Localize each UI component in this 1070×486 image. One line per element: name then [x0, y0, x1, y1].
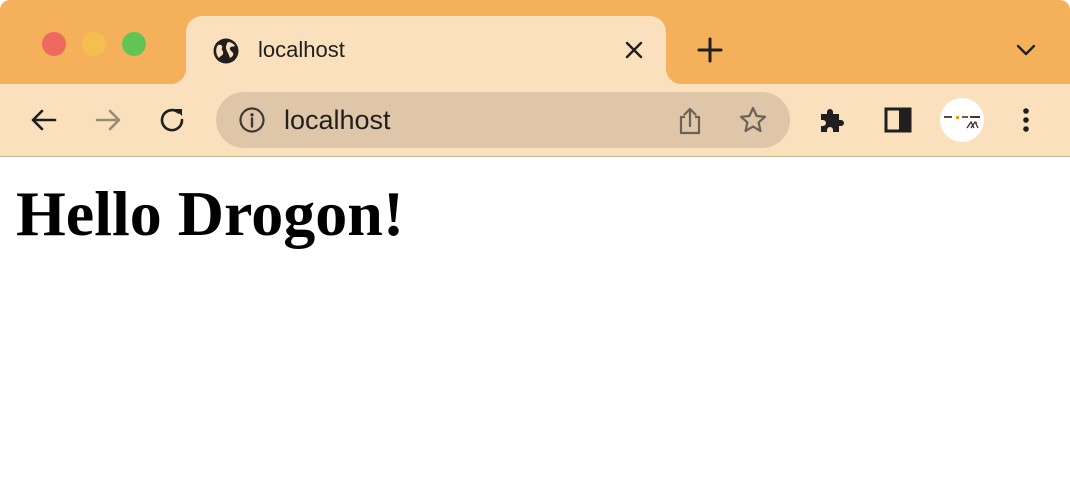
back-arrow-icon[interactable]: [28, 104, 60, 136]
toolbar: localhost: [0, 84, 1070, 157]
star-icon[interactable]: [738, 105, 768, 135]
reload-icon[interactable]: [156, 104, 188, 136]
maximize-window-button[interactable]: [122, 32, 146, 56]
tab-title: localhost: [258, 37, 345, 62]
puzzle-icon[interactable]: [816, 104, 848, 136]
profile-logo-icon: [944, 116, 980, 129]
forward-arrow-icon[interactable]: [92, 104, 124, 136]
page-heading: Hello Drogon!: [16, 178, 405, 249]
avatar[interactable]: [940, 98, 984, 142]
globe-icon: [213, 38, 239, 64]
tab-strip: localhost: [0, 0, 1070, 84]
side-panel-icon[interactable]: [882, 104, 914, 136]
close-window-button[interactable]: [42, 32, 66, 56]
address-bar[interactable]: localhost: [216, 92, 790, 148]
share-icon[interactable]: [676, 106, 704, 136]
url-text[interactable]: localhost: [284, 106, 391, 134]
page-content: Hello Drogon!: [0, 158, 1070, 486]
minimize-window-button[interactable]: [82, 32, 106, 56]
browser-window: localhost localhost Hello Drogon!: [0, 0, 1070, 486]
new-tab-button[interactable]: [696, 36, 724, 64]
close-icon[interactable]: [622, 38, 646, 62]
tab-localhost[interactable]: localhost: [170, 16, 682, 84]
chevron-down-icon[interactable]: [1014, 38, 1038, 62]
kebab-menu-icon[interactable]: [1010, 104, 1042, 136]
info-icon[interactable]: [238, 106, 266, 134]
